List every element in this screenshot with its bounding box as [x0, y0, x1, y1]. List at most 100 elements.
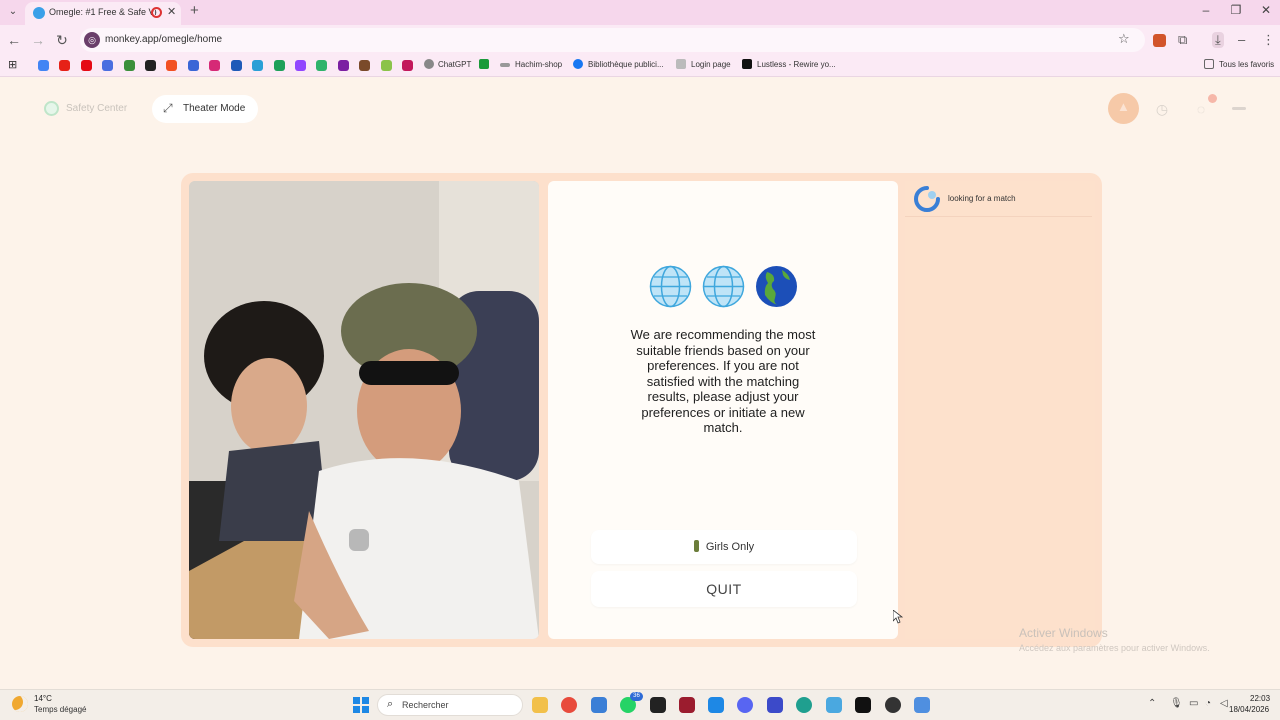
tray-chevron-icon[interactable]: ⌃ [1148, 698, 1156, 709]
address-bar: ← → ↻ ◎ monkey.app/omegle/home ☆ ⧉ ⤓ – ⋮ [0, 25, 1280, 55]
tab-title: Omegle: #1 Free & Safe Vic [49, 7, 157, 17]
theater-mode-button[interactable]: ⤢ Theater Mode [152, 95, 258, 123]
shield-icon [44, 101, 59, 116]
weather-temperature[interactable]: 14°C [34, 694, 52, 703]
yahoo-bookmark-icon[interactable] [338, 60, 349, 71]
tab-close-icon[interactable]: ✕ [167, 5, 176, 18]
app-icon[interactable] [679, 697, 695, 713]
reload-icon[interactable]: ↻ [54, 31, 70, 49]
app-icon[interactable] [767, 697, 783, 713]
messages-icon[interactable]: ◌ [1192, 100, 1210, 118]
bookmark-icon[interactable] [124, 60, 135, 71]
windows-start-icon[interactable] [353, 697, 369, 713]
download-icon[interactable]: ⤓ [1212, 32, 1224, 48]
obs-icon[interactable] [885, 697, 901, 713]
edge-icon[interactable] [796, 697, 812, 713]
instagram-bookmark-icon[interactable] [209, 60, 220, 71]
mouse-cursor-icon [893, 610, 903, 624]
weather-moon-icon [12, 696, 28, 712]
search-icon: ⌕ [387, 698, 394, 710]
vscode-icon[interactable] [708, 697, 724, 713]
extensions-icon[interactable]: ⧉ [1178, 32, 1187, 48]
taskbar-search[interactable]: ⌕ Rechercher [377, 694, 523, 716]
hachim-shop-bookmark-icon [500, 63, 510, 67]
back-icon[interactable]: ← [6, 31, 22, 49]
bookmark-bibliotheque[interactable]: Bibliothèque publici... [588, 60, 664, 69]
girl-icon [693, 540, 699, 552]
recording-icon [151, 7, 162, 18]
bookmark-icon[interactable] [402, 60, 413, 71]
forward-icon[interactable]: → [30, 31, 46, 49]
translate-bookmark-icon[interactable] [102, 60, 113, 71]
capcut-icon[interactable] [650, 697, 666, 713]
calculator-icon[interactable] [591, 697, 607, 713]
browser-tabbar: ⌄ Omegle: #1 Free & Safe Vic ✕ + – ❐ ✕ [0, 0, 1280, 25]
twitch-bookmark-icon[interactable] [295, 60, 306, 71]
microsoft-bookmark-icon[interactable] [166, 60, 177, 71]
volume-icon[interactable]: ◁ [1220, 698, 1228, 709]
browser-tab[interactable]: Omegle: #1 Free & Safe Vic ✕ [25, 2, 181, 25]
github-bookmark-icon[interactable] [145, 60, 156, 71]
youtube-bookmark-icon[interactable] [59, 60, 70, 71]
app-icon[interactable] [914, 697, 930, 713]
close-window-icon[interactable]: ✕ [1258, 3, 1274, 17]
bookmark-lustless[interactable]: Lustless - Rewire yo... [757, 60, 836, 69]
minimize-panel-icon[interactable]: – [1238, 32, 1245, 47]
tab-search-icon[interactable]: ⌄ [6, 5, 20, 19]
netflix-bookmark-icon[interactable] [81, 60, 92, 71]
metamask-extension-icon[interactable] [1153, 34, 1166, 47]
bookmark-icon[interactable] [479, 59, 489, 69]
page-bookmark-icon [676, 59, 686, 69]
wifi-icon[interactable]: ◔ [1205, 698, 1211, 709]
clock-time[interactable]: 22:03 [1250, 694, 1270, 703]
display-icon[interactable]: ▭ [1189, 698, 1198, 709]
history-icon[interactable]: ◷ [1153, 100, 1171, 118]
girls-only-label: Girls Only [705, 541, 755, 553]
bookmark-icon[interactable] [274, 60, 285, 71]
bookmark-icon[interactable] [359, 60, 370, 71]
all-bookmarks[interactable]: Tous les favoris [1219, 60, 1274, 69]
bookmark-icon[interactable] [252, 60, 263, 71]
tiktok-bookmark-icon [742, 59, 752, 69]
bookmark-chatgpt[interactable]: ChatGPT [438, 60, 471, 69]
globe-icon [702, 265, 745, 308]
url-field[interactable]: ◎ monkey.app/omegle/home ☆ [80, 28, 1145, 52]
windows-activation-title: Activer Windows [1019, 626, 1108, 640]
browser-menu-icon[interactable]: ⋮ [1262, 32, 1275, 48]
bookmark-icon[interactable] [316, 60, 327, 71]
apps-grid-icon[interactable]: ⊞ [8, 58, 17, 71]
maximize-icon[interactable]: ❐ [1228, 3, 1244, 17]
loading-spinner-icon [914, 186, 940, 212]
paypal-bookmark-icon[interactable] [231, 60, 242, 71]
girls-only-button[interactable]: Girls Only [591, 530, 857, 564]
menu-icon[interactable] [1232, 107, 1246, 110]
globe-icon [649, 265, 692, 308]
bookmark-icon[interactable] [381, 60, 392, 71]
microphone-icon[interactable]: 🎙 [1170, 698, 1183, 709]
notification-badge [1208, 94, 1217, 103]
windows-taskbar: 14°C Temps dégagé ⌕ Rechercher 36 ⌃ 🎙 ▭ … [0, 689, 1280, 720]
discord-icon[interactable] [737, 697, 753, 713]
clock-date[interactable]: 18/04/2026 [1229, 705, 1269, 714]
chrome-icon[interactable] [561, 697, 577, 713]
minimize-icon[interactable]: – [1198, 3, 1214, 17]
bookmark-hachim-shop[interactable]: Hachim-shop [515, 60, 562, 69]
bookmark-star-icon[interactable]: ☆ [1118, 31, 1130, 47]
bookmarks-bar: ⊞ ChatGPT Hachim-shop Bibliothèque publi… [0, 55, 1280, 77]
bookmark-icon[interactable] [188, 60, 199, 71]
notion-icon[interactable] [855, 697, 871, 713]
self-video-feed [189, 181, 539, 639]
snipping-tool-icon[interactable] [826, 697, 842, 713]
chat-panel [905, 181, 1095, 639]
bookmark-login-page[interactable]: Login page [691, 60, 731, 69]
meta-bookmark-icon [573, 59, 583, 69]
file-explorer-icon[interactable] [532, 697, 548, 713]
folder-icon [1204, 59, 1214, 69]
tab-favicon-icon [33, 7, 45, 19]
google-bookmark-icon[interactable] [38, 60, 49, 71]
quit-button[interactable]: QUIT [591, 571, 857, 607]
site-info-icon[interactable]: ◎ [84, 32, 100, 48]
new-tab-icon[interactable]: + [190, 3, 199, 19]
weather-description[interactable]: Temps dégagé [34, 705, 86, 714]
profile-avatar[interactable]: ▲ [1108, 93, 1139, 124]
